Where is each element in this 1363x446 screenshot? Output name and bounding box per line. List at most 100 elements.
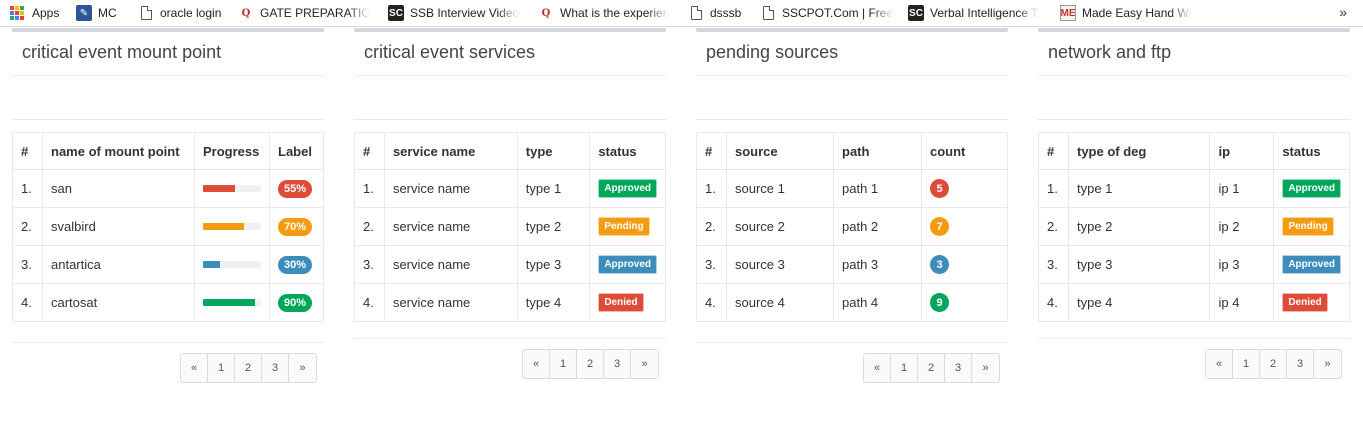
mount-point-name: antartica [42, 245, 195, 284]
pagination-page-3[interactable]: 3 [604, 350, 631, 378]
pagination-page-3[interactable]: 3 [262, 354, 289, 382]
bookmark-made-easy[interactable]: ME Made Easy Hand Wri [1060, 0, 1192, 26]
row-index: 3. [354, 245, 385, 284]
source-name: source 2 [726, 207, 834, 246]
status-badge: Approved [598, 179, 657, 198]
percent-badge: 90% [278, 293, 313, 312]
bookmark-label: What is the experien [560, 6, 670, 20]
pagination-prev-button[interactable]: « [1206, 350, 1233, 378]
status-badge: Denied [598, 293, 644, 312]
pagination-page-3[interactable]: 3 [945, 354, 972, 382]
deg-type: type 1 [1067, 169, 1211, 208]
column-header: service name [383, 132, 518, 170]
bookmark-quora-experience[interactable]: Q What is the experien [538, 0, 670, 26]
row-index: 1. [12, 169, 43, 208]
column-header: # [1038, 132, 1069, 170]
table-row: 3. type 3 ip 3 Approved [1038, 245, 1350, 284]
progress-bar-fill [203, 185, 235, 192]
pagination-page-2[interactable]: 2 [235, 354, 262, 382]
divider [696, 342, 1008, 343]
bookmark-gate-preparation[interactable]: Q GATE PREPARATION [238, 0, 370, 26]
pagination-prev-button[interactable]: « [181, 354, 208, 382]
service-name: service name [383, 245, 518, 284]
network-table: # type of deg ip status 1. type 1 ip 1 A… [1038, 132, 1350, 322]
pagination-page-1[interactable]: 1 [891, 354, 918, 382]
page-icon [138, 5, 154, 21]
page-icon [688, 5, 704, 21]
pagination-page-1[interactable]: 1 [550, 350, 577, 378]
bookmark-mc[interactable]: ✎ MC [76, 0, 117, 26]
row-index: 3. [696, 245, 727, 284]
service-type: type 1 [516, 169, 591, 208]
source-name: source 3 [726, 245, 834, 284]
row-index: 3. [1038, 245, 1069, 284]
source-path: path 4 [833, 283, 922, 322]
source-path: path 3 [833, 245, 922, 284]
bookmark-verbal-intelligence[interactable]: SC Verbal Intelligence T [908, 0, 1039, 26]
pagination: « 1 2 3 » [863, 353, 1000, 383]
ip-address: ip 1 [1209, 169, 1275, 208]
bookmark-label: Verbal Intelligence T [930, 6, 1039, 20]
panel-title: pending sources [696, 32, 1008, 76]
progress-bar [203, 185, 261, 192]
service-type: type 2 [516, 207, 591, 246]
sc-icon: SC [388, 5, 404, 21]
apps-grid-icon [10, 6, 24, 20]
status-cell: Pending [1273, 207, 1350, 246]
pagination-next-button[interactable]: » [631, 350, 658, 378]
mount-point-name: svalbird [42, 207, 195, 246]
row-index: 2. [1038, 207, 1069, 246]
progress-cell [194, 283, 270, 322]
pagination-prev-button[interactable]: « [864, 354, 891, 382]
row-index: 2. [12, 207, 43, 246]
progress-bar-fill [203, 299, 256, 306]
bookmark-label: GATE PREPARATION [260, 6, 370, 20]
table-row: 1. service name type 1 Approved [354, 169, 666, 208]
more-bookmarks-chevron-icon[interactable]: » [1339, 4, 1347, 20]
divider [12, 342, 324, 343]
pagination-next-button[interactable]: » [1314, 350, 1341, 378]
mount-point-name: cartosat [42, 283, 195, 322]
bookmark-apps[interactable]: Apps [10, 0, 59, 26]
progress-cell [194, 169, 270, 208]
pagination: « 1 2 3 » [180, 353, 317, 383]
progress-bar [203, 261, 261, 268]
ip-address: ip 4 [1209, 283, 1275, 322]
column-header: status [1273, 132, 1350, 170]
column-header: Progress [194, 132, 270, 170]
page-icon [760, 5, 776, 21]
pagination-prev-button[interactable]: « [523, 350, 550, 378]
percent-badge: 30% [278, 255, 313, 274]
pagination-page-3[interactable]: 3 [1287, 350, 1314, 378]
made-easy-icon: ME [1060, 5, 1076, 21]
bookmark-label: Made Easy Hand Wri [1082, 6, 1192, 20]
bookmark-dsssb[interactable]: dsssb [688, 0, 741, 26]
progress-cell [194, 207, 270, 246]
pagination-page-1[interactable]: 1 [208, 354, 235, 382]
table-header-row: # source path count [696, 132, 1008, 170]
status-badge: Denied [1282, 293, 1328, 312]
bookmark-sscpot[interactable]: SSCPOT.Com | Free S [760, 0, 894, 26]
status-cell: Approved [1273, 245, 1350, 284]
bookmark-ssb-interview[interactable]: SC SSB Interview Video [388, 0, 519, 26]
pagination-page-2[interactable]: 2 [918, 354, 945, 382]
table-row: 2. svalbird 70% [12, 207, 324, 246]
panel-title: network and ftp [1038, 32, 1350, 76]
ip-address: ip 3 [1209, 245, 1275, 284]
bookmark-oracle-login[interactable]: oracle login [138, 0, 221, 26]
source-path: path 2 [833, 207, 922, 246]
pagination-page-2[interactable]: 2 [577, 350, 604, 378]
services-table: # service name type status 1. service na… [354, 132, 666, 322]
pagination-page-2[interactable]: 2 [1260, 350, 1287, 378]
progress-bar-fill [203, 223, 244, 230]
percent-badge: 55% [278, 179, 313, 198]
pagination-page-1[interactable]: 1 [1233, 350, 1260, 378]
pagination-next-button[interactable]: » [289, 354, 316, 382]
column-header: # [696, 132, 727, 170]
divider [354, 338, 666, 339]
mount-point-name: san [42, 169, 195, 208]
pagination-next-button[interactable]: » [972, 354, 999, 382]
service-type: type 4 [516, 283, 591, 322]
column-header: Label [269, 132, 324, 170]
row-index: 2. [354, 207, 385, 246]
